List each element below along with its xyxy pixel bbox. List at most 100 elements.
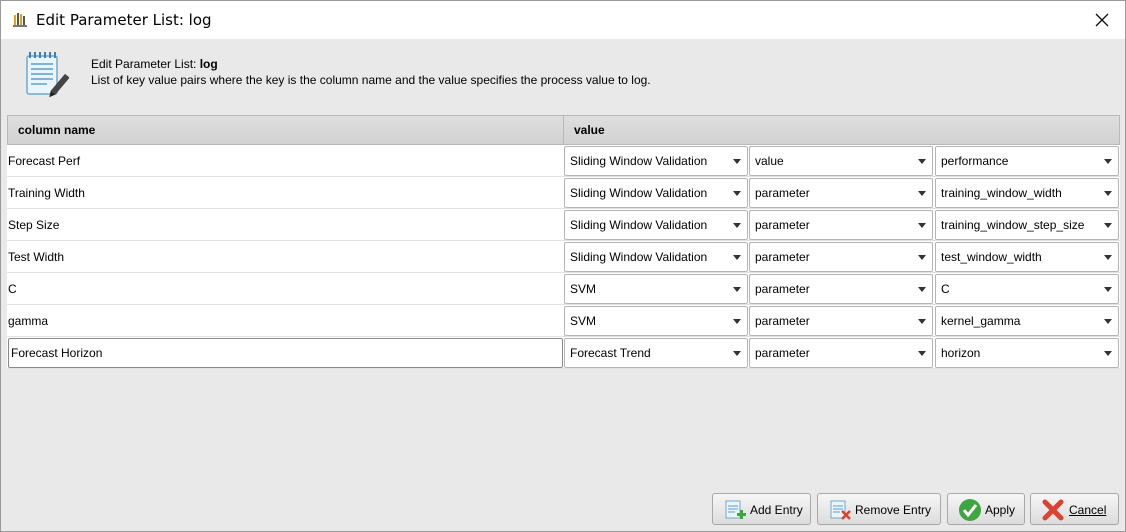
operator-dropdown[interactable]: SVM [564, 274, 748, 304]
window-title: Edit Parameter List: log [36, 11, 212, 29]
apply-label: Apply [985, 503, 1016, 517]
operator-value: SVM [570, 314, 597, 328]
operator-dropdown[interactable]: Forecast Trend [564, 338, 748, 368]
table-row[interactable]: Training Width Sliding Window Validation… [7, 177, 1120, 209]
remove-entry-icon [830, 500, 851, 520]
column-name-cell[interactable]: Training Width [7, 177, 563, 209]
type-dropdown[interactable]: parameter [749, 210, 933, 240]
column-header-name[interactable]: column name [8, 116, 564, 144]
table-row[interactable]: Forecast Perf Sliding Window Validation … [7, 145, 1120, 177]
operator-value: Sliding Window Validation [570, 154, 708, 168]
chevron-down-icon [918, 159, 926, 164]
chevron-down-icon [918, 287, 926, 292]
add-entry-button[interactable]: Add Entry [712, 493, 811, 525]
column-name-edit-field[interactable]: Forecast Horizon [8, 338, 563, 368]
type-dropdown[interactable]: parameter [749, 274, 933, 304]
parameter-dropdown[interactable]: training_window_step_size [935, 210, 1119, 240]
chevron-down-icon [918, 351, 926, 356]
chevron-down-icon [1104, 255, 1112, 260]
chevron-down-icon [1104, 191, 1112, 196]
operator-value: Sliding Window Validation [570, 218, 708, 232]
operator-dropdown[interactable]: Sliding Window Validation [564, 146, 748, 176]
operator-value: Sliding Window Validation [570, 250, 708, 264]
cancel-button[interactable]: Cancel [1030, 493, 1119, 525]
cancel-label: Cancel [1069, 503, 1107, 517]
parameter-table: column name value Forecast Perf Sliding … [7, 115, 1120, 371]
header-title: Edit Parameter List: log [91, 57, 218, 71]
parameter-dropdown[interactable]: kernel_gamma [935, 306, 1119, 336]
operator-value: Forecast Trend [570, 346, 651, 360]
close-icon [1095, 13, 1109, 27]
chevron-down-icon [733, 159, 741, 164]
type-dropdown[interactable]: parameter [749, 242, 933, 272]
column-header-value[interactable]: value [564, 116, 1119, 144]
parameter-value: test_window_width [941, 250, 1042, 264]
chevron-down-icon [733, 223, 741, 228]
parameter-value: horizon [941, 346, 981, 360]
remove-entry-button[interactable]: Remove Entry [817, 493, 941, 525]
operator-dropdown[interactable]: Sliding Window Validation [564, 210, 748, 240]
table-row[interactable]: gamma SVM parameter kernel_gamma [7, 305, 1120, 337]
column-name-cell[interactable]: Step Size [7, 209, 563, 241]
chevron-down-icon [918, 319, 926, 324]
dialog-header: Edit Parameter List: log List of key val… [1, 39, 1125, 109]
parameter-dropdown[interactable]: horizon [935, 338, 1119, 368]
column-name-cell[interactable]: C [7, 273, 563, 305]
chevron-down-icon [1104, 351, 1112, 356]
parameter-dropdown[interactable]: performance [935, 146, 1119, 176]
chevron-down-icon [918, 191, 926, 196]
operator-dropdown[interactable]: SVM [564, 306, 748, 336]
type-dropdown[interactable]: value [749, 146, 933, 176]
chevron-down-icon [733, 191, 741, 196]
close-button[interactable] [1079, 1, 1125, 39]
add-entry-label: Add Entry [750, 503, 803, 517]
parameter-value: training_window_step_size [941, 218, 1085, 232]
table-row[interactable]: Forecast Horizon Forecast Trend paramete… [7, 337, 1120, 369]
type-value: parameter [755, 218, 810, 232]
parameter-dropdown[interactable]: C [935, 274, 1119, 304]
chevron-down-icon [918, 255, 926, 260]
column-name-cell[interactable]: Test Width [7, 241, 563, 273]
type-value: parameter [755, 250, 810, 264]
column-name-cell[interactable]: Forecast Perf [7, 145, 563, 177]
chevron-down-icon [733, 351, 741, 356]
table-header: column name value [7, 115, 1120, 145]
cancel-x-icon [1042, 499, 1064, 521]
remove-entry-label: Remove Entry [855, 503, 932, 517]
title-bar: Edit Parameter List: log [1, 1, 1125, 39]
operator-value: Sliding Window Validation [570, 186, 708, 200]
type-dropdown[interactable]: parameter [749, 306, 933, 336]
parameter-dropdown[interactable]: test_window_width [935, 242, 1119, 272]
chevron-down-icon [733, 255, 741, 260]
operator-dropdown[interactable]: Sliding Window Validation [564, 178, 748, 208]
apply-button[interactable]: Apply [947, 493, 1025, 525]
type-dropdown[interactable]: parameter [749, 338, 933, 368]
chevron-down-icon [733, 287, 741, 292]
operator-dropdown[interactable]: Sliding Window Validation [564, 242, 748, 272]
chevron-down-icon [1104, 287, 1112, 292]
parameter-value: C [941, 282, 950, 296]
header-title-prefix: Edit Parameter List: [91, 57, 200, 71]
header-title-name: log [199, 57, 218, 71]
app-logo-icon [13, 13, 27, 27]
table-body: Forecast Perf Sliding Window Validation … [7, 145, 1120, 369]
type-value: value [755, 154, 784, 168]
parameter-value: kernel_gamma [941, 314, 1021, 328]
column-name-cell[interactable]: gamma [7, 305, 563, 337]
header-description: List of key value pairs where the key is… [91, 73, 651, 87]
type-value: parameter [755, 282, 810, 296]
table-row[interactable]: C SVM parameter C [7, 273, 1120, 305]
table-row[interactable]: Test Width Sliding Window Validation par… [7, 241, 1120, 273]
table-row[interactable]: Step Size Sliding Window Validation para… [7, 209, 1120, 241]
parameter-dropdown[interactable]: training_window_width [935, 178, 1119, 208]
type-dropdown[interactable]: parameter [749, 178, 933, 208]
checkmark-icon [959, 499, 981, 521]
notepad-edit-icon [26, 52, 69, 98]
parameter-value: training_window_width [941, 186, 1062, 200]
chevron-down-icon [733, 319, 741, 324]
chevron-down-icon [918, 223, 926, 228]
type-value: parameter [755, 346, 810, 360]
type-value: parameter [755, 314, 810, 328]
chevron-down-icon [1104, 223, 1112, 228]
add-entry-icon [725, 500, 746, 519]
